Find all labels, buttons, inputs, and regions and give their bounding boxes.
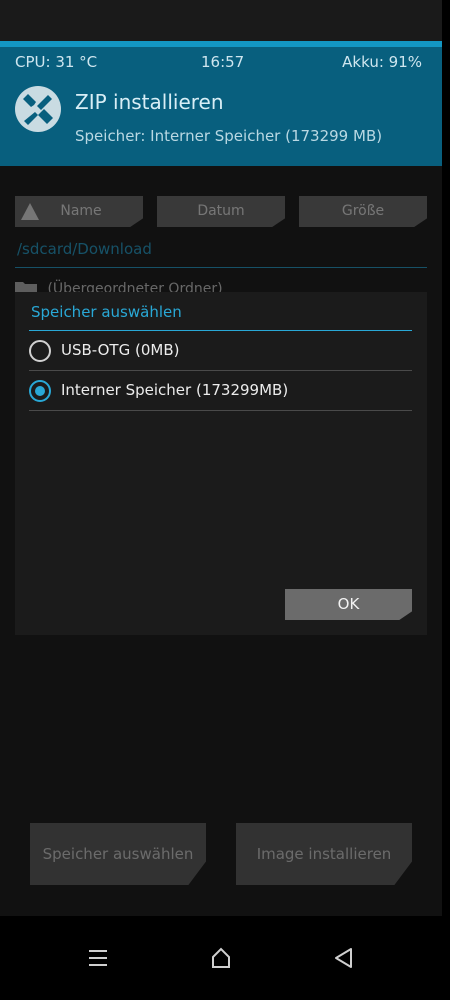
storage-subtitle: Speicher: Interner Speicher (173299 MB) bbox=[75, 127, 383, 145]
navigation-bar bbox=[0, 916, 450, 1000]
twrp-screen: CPU: 31 °C 16:57 Akku: 91% ZIP installie… bbox=[0, 0, 442, 916]
install-image-label: Image installieren bbox=[256, 845, 392, 863]
cpu-temperature: CPU: 31 °C bbox=[15, 53, 98, 71]
page-title: ZIP installieren bbox=[75, 90, 224, 114]
twrp-logo-icon bbox=[15, 86, 61, 132]
radio-unselected-icon[interactable] bbox=[29, 340, 51, 362]
select-storage-dialog: Speicher auswählen USB-OTG (0MB) Interne… bbox=[15, 292, 427, 635]
option-divider bbox=[29, 410, 412, 411]
home-icon[interactable] bbox=[201, 938, 241, 978]
storage-option-usb-otg[interactable]: USB-OTG (0MB) bbox=[29, 331, 412, 371]
sort-date-label: Datum bbox=[197, 203, 245, 219]
ok-button[interactable]: OK bbox=[285, 589, 412, 620]
storage-option-label: USB-OTG (0MB) bbox=[61, 341, 180, 359]
clock: 16:57 bbox=[201, 53, 245, 71]
current-path: /sdcard/Download bbox=[17, 240, 152, 258]
back-icon[interactable] bbox=[324, 938, 364, 978]
ok-label: OK bbox=[337, 595, 360, 613]
select-storage-button[interactable]: Speicher auswählen bbox=[30, 823, 206, 885]
install-image-button[interactable]: Image installieren bbox=[236, 823, 412, 885]
menu-icon[interactable] bbox=[78, 938, 118, 978]
radio-selected-icon[interactable] bbox=[29, 380, 51, 402]
header-top-line bbox=[0, 41, 442, 47]
sort-name-label: Name bbox=[60, 203, 102, 219]
sort-ascending-icon bbox=[21, 203, 39, 220]
sort-size-label: Größe bbox=[341, 203, 385, 219]
path-divider bbox=[15, 267, 427, 268]
sort-by-name-button[interactable]: Name bbox=[15, 196, 143, 227]
battery-level: Akku: 91% bbox=[342, 53, 422, 71]
header: CPU: 31 °C 16:57 Akku: 91% ZIP installie… bbox=[0, 41, 442, 166]
sort-by-size-button[interactable]: Größe bbox=[299, 196, 427, 227]
dialog-title: Speicher auswählen bbox=[31, 303, 182, 321]
storage-option-internal[interactable]: Interner Speicher (173299MB) bbox=[29, 371, 412, 411]
select-storage-label: Speicher auswählen bbox=[42, 845, 194, 863]
storage-option-label: Interner Speicher (173299MB) bbox=[61, 381, 289, 399]
top-strip bbox=[0, 0, 442, 41]
sort-by-date-button[interactable]: Datum bbox=[157, 196, 285, 227]
